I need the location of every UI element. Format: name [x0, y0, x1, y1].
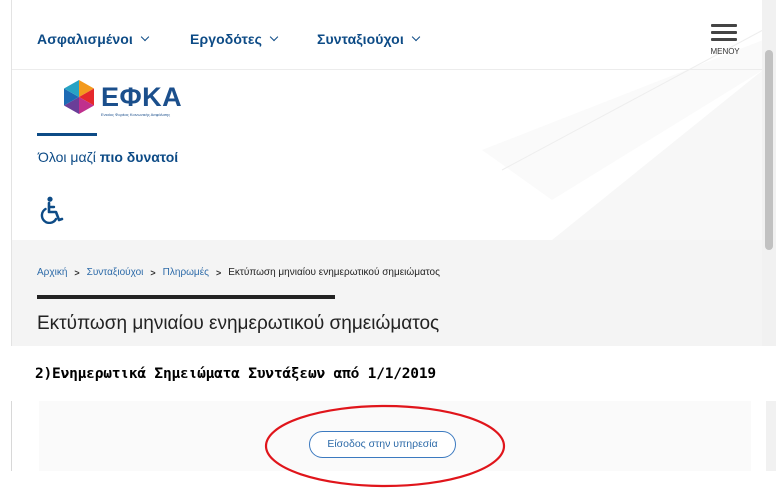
nav-item-label: Εργοδότες	[190, 31, 263, 47]
document-heading: 2)Ενημερωτικά Σημειώματα Συντάξεων από 1…	[35, 366, 436, 382]
scrollbar[interactable]	[762, 0, 776, 346]
breadcrumb-link-pensioners[interactable]: Συνταξιούχοι	[87, 267, 144, 278]
logo-area[interactable]: ΕΦΚΑ Ενιαίος Φορέας Κοινωνικής Ασφάλισης	[12, 70, 763, 136]
breadcrumb: Αρχική > Συνταξιούχοι > Πληρωμές > Εκτύπ…	[37, 267, 440, 278]
menu-label: ΜΕΝΟΥ	[710, 47, 740, 56]
highlight-oval	[264, 404, 506, 488]
breadcrumb-chevron-icon: >	[150, 267, 156, 278]
accessibility-icon[interactable]	[40, 196, 64, 224]
nav-item-employers[interactable]: Εργοδότες	[190, 31, 279, 47]
scrollbar-track[interactable]	[766, 401, 776, 471]
hamburger-menu-icon	[711, 38, 737, 41]
hamburger-menu-icon	[711, 24, 737, 27]
menu-button[interactable]: ΜΕΝΟΥ	[707, 22, 743, 62]
efka-logo-mark-icon	[64, 80, 94, 114]
hamburger-menu-icon	[711, 31, 737, 34]
logo-tagline: Ενιαίος Φορέας Κοινωνικής Ασφάλισης	[101, 112, 171, 117]
nav-item-label: Συνταξιούχοι	[317, 31, 404, 47]
breadcrumb-chevron-icon: >	[74, 267, 80, 278]
page-title: Εκτύπωση μηνιαίου ενημερωτικού σημειώματ…	[37, 313, 440, 334]
chevron-down-icon	[269, 32, 279, 42]
slogan-bold: πιο δυνατοί	[99, 149, 179, 165]
scrollbar-thumb[interactable]	[765, 50, 773, 250]
top-navigation: Ασφαλισμένοι Εργοδότες Συνταξιούχοι ΜΕΝΟ…	[12, 0, 763, 70]
nav-item-insured[interactable]: Ασφαλισμένοι	[37, 31, 150, 47]
slogan-prefix: Όλοι μαζί	[38, 149, 100, 165]
website-viewport: Ασφαλισμένοι Εργοδότες Συνταξιούχοι ΜΕΝΟ…	[11, 0, 763, 346]
breadcrumb-link-payments[interactable]: Πληρωμές	[163, 267, 209, 278]
breadcrumb-section: Αρχική > Συνταξιούχοι > Πληρωμές > Εκτύπ…	[12, 240, 763, 346]
breadcrumb-chevron-icon: >	[215, 267, 222, 278]
logo-wordmark: ΕΦΚΑ	[101, 82, 183, 112]
breadcrumb-current: Εκτύπωση μηνιαίου ενημερωτικού σημειώματ…	[228, 267, 440, 278]
nav-item-pensioners[interactable]: Συνταξιούχοι	[317, 31, 421, 47]
nav-item-label: Ασφαλισμένοι	[37, 31, 133, 47]
logo-underline	[37, 133, 97, 136]
breadcrumb-link-home[interactable]: Αρχική	[37, 267, 67, 278]
chevron-down-icon	[411, 32, 421, 42]
title-rule	[37, 295, 335, 299]
chevron-down-icon	[140, 32, 150, 42]
slogan: Όλοι μαζί πιο δυνατοί	[38, 149, 178, 165]
